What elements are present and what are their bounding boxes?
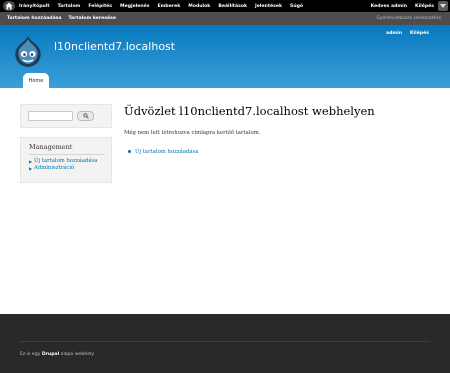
chevron-down-icon bbox=[440, 4, 446, 8]
site-footer: Ez is egy Drupal alapú webhely bbox=[0, 314, 450, 373]
shortcut-find-content[interactable]: Tartalom keresése bbox=[69, 16, 116, 21]
toolbar-user: Kedves admin Kilépés bbox=[363, 0, 434, 12]
shortcuts-bar: Tartalom hozzáadása Tartalom keresése Gy… bbox=[0, 12, 450, 25]
page-title: Üdvözlet l10nclientd7.localhost webhelye… bbox=[124, 104, 375, 118]
content-region: Üdvözlet l10nclientd7.localhost webhelye… bbox=[124, 104, 430, 155]
edit-shortcuts-link[interactable]: Gyorshivatkozás szerkesztése bbox=[377, 12, 441, 25]
home-icon[interactable] bbox=[3, 1, 15, 11]
toolbar-toggle-button[interactable] bbox=[438, 1, 448, 11]
toolbar-item-dashboard[interactable]: Irányítópult bbox=[19, 4, 50, 9]
secondary-menu-account[interactable]: admin bbox=[386, 31, 402, 36]
secondary-menu-logout[interactable]: Kilépés bbox=[410, 31, 429, 36]
add-content-link-label: Új tartalom hozzáadása bbox=[135, 149, 199, 155]
toolbar-item-modules[interactable]: Modulok bbox=[188, 4, 210, 9]
search-button[interactable] bbox=[77, 111, 94, 121]
toolbar-item-appearance[interactable]: Megjelenés bbox=[120, 4, 149, 9]
search-input[interactable] bbox=[28, 111, 73, 121]
toolbar-item-structure[interactable]: Felépítés bbox=[88, 4, 112, 9]
toolbar-greeting[interactable]: Kedves admin bbox=[371, 4, 407, 9]
site-header: l10nclientd7.localhost admin Kilépés Hom… bbox=[0, 25, 450, 88]
bullet-icon bbox=[128, 150, 131, 153]
add-content-link[interactable]: Új tartalom hozzáadása bbox=[128, 149, 199, 155]
management-item-label: Új tartalom hozzáadása bbox=[34, 158, 98, 164]
management-title: Management bbox=[29, 143, 73, 151]
toolbar-menu: Irányítópult Tartalom Felépítés Megjelen… bbox=[19, 0, 311, 12]
shortcut-add-content[interactable]: Tartalom hozzáadása bbox=[7, 16, 62, 21]
management-item-administration[interactable]: ▶ Adminisztráció bbox=[29, 165, 97, 172]
toolbar-item-configuration[interactable]: Beállítások bbox=[218, 4, 247, 9]
management-item-label: Adminisztráció bbox=[34, 165, 75, 171]
arrow-right-icon: ▶ bbox=[29, 159, 33, 164]
search-icon bbox=[83, 113, 89, 119]
powered-by-prefix: Ez is egy bbox=[20, 352, 41, 357]
toolbar-logout[interactable]: Kilépés bbox=[415, 4, 434, 9]
search-block bbox=[20, 104, 112, 128]
management-menu: ▶ Új tartalom hozzáadása ▶ Adminisztráció bbox=[29, 158, 97, 172]
management-item-add-content[interactable]: ▶ Új tartalom hozzáadása bbox=[29, 158, 97, 165]
empty-front-message: Még nem lett létrehozva címlapra kerülő … bbox=[124, 130, 261, 136]
footer-divider bbox=[20, 341, 430, 342]
toolbar-item-people[interactable]: Emberek bbox=[158, 4, 181, 9]
toolbar-item-content[interactable]: Tartalom bbox=[58, 4, 81, 9]
toolbar-item-reports[interactable]: Jelentések bbox=[255, 4, 282, 9]
tab-home[interactable]: Home bbox=[23, 73, 49, 88]
powered-by-suffix: alapú webhely bbox=[60, 352, 95, 357]
management-block: Management ▶ Új tartalom hozzáadása ▶ Admi… bbox=[20, 137, 112, 183]
main-area: Management ▶ Új tartalom hozzáadása ▶ Admi… bbox=[0, 88, 450, 314]
powered-by: Ez is egy Drupal alapú webhely bbox=[20, 352, 94, 357]
site-name[interactable]: l10nclientd7.localhost bbox=[54, 40, 175, 53]
admin-toolbar: Irányítópult Tartalom Felépítés Megjelen… bbox=[0, 0, 450, 12]
secondary-menu: admin Kilépés bbox=[378, 31, 429, 36]
toolbar-item-help[interactable]: Súgó bbox=[290, 4, 303, 9]
management-divider bbox=[29, 154, 105, 155]
arrow-right-icon: ▶ bbox=[29, 166, 33, 171]
drupal-link[interactable]: Drupal bbox=[42, 352, 59, 357]
drupal-logo-icon[interactable] bbox=[13, 35, 43, 69]
